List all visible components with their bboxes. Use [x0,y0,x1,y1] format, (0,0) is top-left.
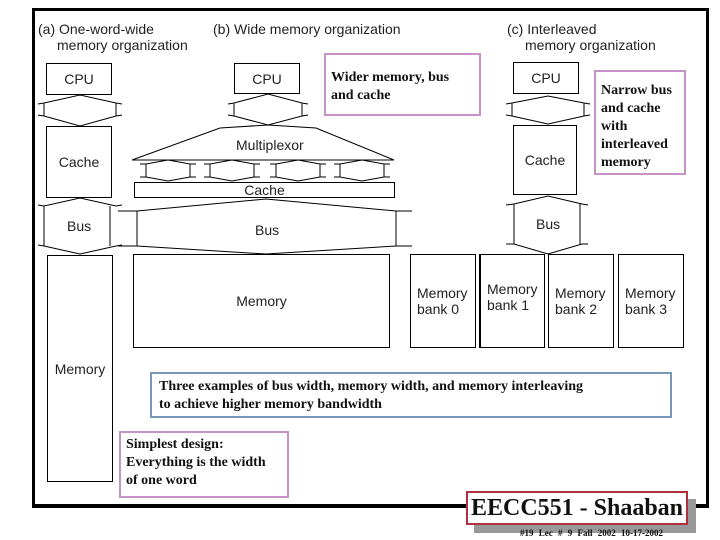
cache-box-b: Cache [134,182,395,198]
bus-label-a: Bus [67,218,92,234]
memory-label: Memory [236,293,287,309]
bank-label-line2: bank 0 [417,301,460,317]
bank-label-line2: bank 1 [487,297,530,313]
note-line: memory [601,155,651,170]
multiplexor-label: Multiplexor [236,137,304,153]
term: Fall 2002 [577,528,616,538]
note-line: Narrow bus [601,83,672,98]
cpu-box-c: CPU [513,62,579,94]
footer-meta: #19 Lec # 9 Fall 2002 10-17-2002 [520,528,663,538]
note-line: to achieve higher memory bandwidth [159,397,382,412]
panel-c-title-line1: (c) Interleaved [507,21,597,37]
memory-box-a: Memory [47,255,113,482]
bank-label-line1: Memory [625,285,676,301]
cache-box-a: Cache [46,126,112,198]
cpu-label: CPU [531,70,561,86]
lecture-number: Lec # 9 [538,528,573,538]
note-simplest-design: Simplest design: Everything is the width… [119,431,289,498]
slide-number: #19 [520,528,534,538]
panel-b-title: (b) Wide memory organization [213,21,401,37]
bank-label-line2: bank 3 [625,301,668,317]
note-line: with [601,119,628,134]
note-line: Wider memory, bus [331,70,450,85]
cpu-cache-connector-a [37,94,123,127]
footer-badge: EECC551 - Shaaban [466,491,688,525]
bus-label-b: Bus [255,222,280,238]
panel-a-title-line2: memory organization [57,37,188,53]
panel-c-title-line2: memory organization [525,37,656,53]
panel-a-title-line1: (a) One-word-wide [38,21,154,37]
cache-label: Cache [524,152,566,168]
bank-label-line1: Memory [487,281,538,297]
note-three-examples: Three examples of bus width, memory widt… [150,372,672,418]
bank-label-line1: Memory [555,285,606,301]
cpu-box-b: CPU [234,63,300,94]
cache-box-c: Cache [513,125,577,195]
note-line: interleaved [601,137,668,152]
cpu-cache-connector-c [505,95,591,125]
note-narrow-bus: Narrow bus and cache with interleaved me… [594,70,686,175]
cache-label: Cache [244,182,285,198]
note-line: and cache [331,88,391,103]
note-line: Three examples of bus width, memory widt… [159,379,583,394]
memory-bank-1: Memory bank 1 [479,254,545,348]
cpu-label: CPU [252,70,282,87]
note-line: Simplest design: [126,437,224,452]
bank-label-line1: Memory [417,285,468,301]
memory-box-b: Memory [133,254,390,348]
cpu-mux-connector-b [227,93,309,126]
date: 10-17-2002 [621,528,663,538]
note-wider-memory: Wider memory, bus and cache [324,53,481,116]
memory-label: Memory [54,360,106,377]
memory-bank-0: Memory bank 0 [410,254,476,348]
bank-label-line2: bank 2 [555,301,598,317]
bus-label-c: Bus [536,216,561,232]
note-line: and cache [601,101,661,116]
cpu-label: CPU [64,71,94,87]
mux-cache-connectors [140,159,390,182]
cache-label: Cache [58,154,100,170]
note-line: Everything is the width [126,455,266,470]
note-line: of one word [126,473,197,488]
cpu-box-a: CPU [46,63,112,95]
footer-badge-text: EECC551 - Shaaban [470,494,684,521]
memory-bank-3: Memory bank 3 [618,254,684,348]
memory-bank-2: Memory bank 2 [548,254,614,348]
